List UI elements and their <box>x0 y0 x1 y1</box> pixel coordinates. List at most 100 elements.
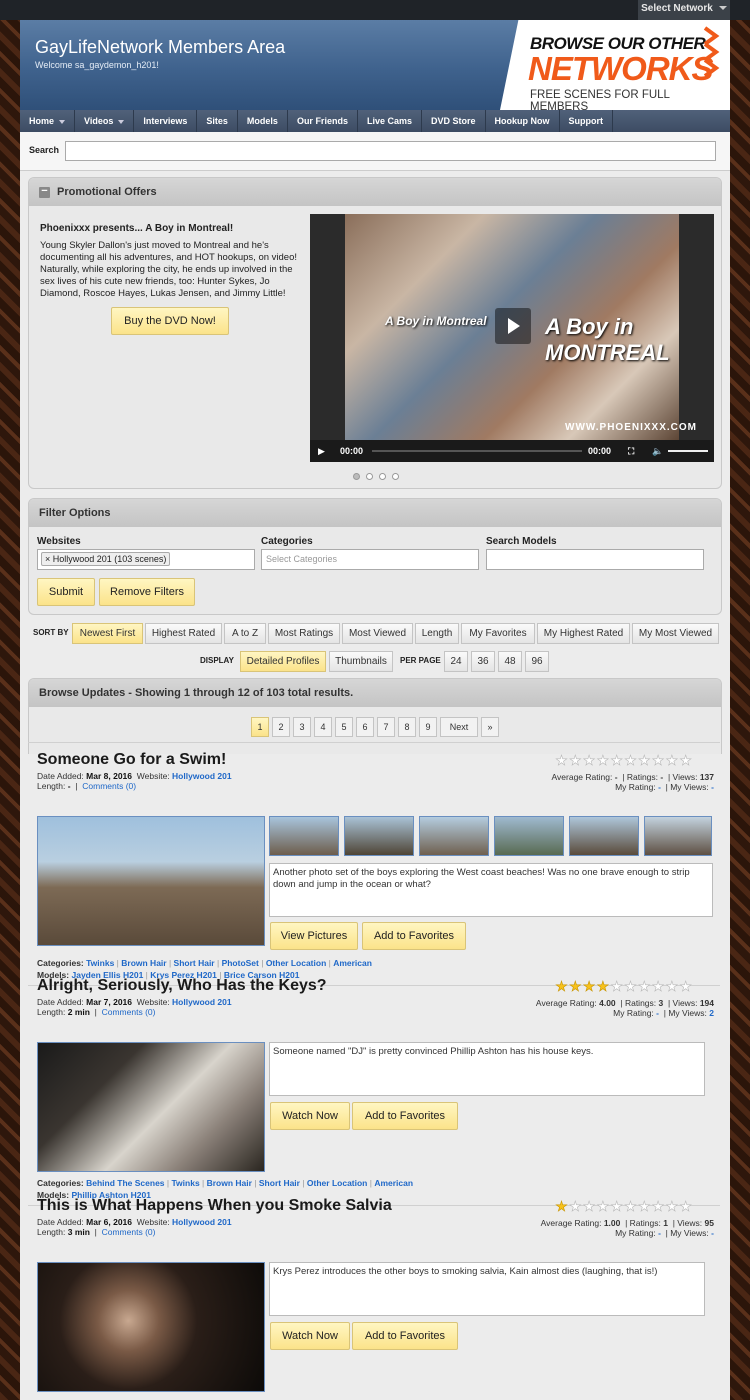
search-input[interactable] <box>65 141 716 161</box>
tag-link[interactable]: Other Location <box>266 958 326 968</box>
star-icon[interactable] <box>596 980 610 992</box>
star-icon[interactable] <box>569 980 582 992</box>
star-icon[interactable] <box>555 1200 568 1212</box>
submit-button[interactable]: Submit <box>37 578 95 606</box>
entry-thumbnail[interactable] <box>269 816 339 856</box>
nav-sites[interactable]: Sites <box>197 110 238 132</box>
star-icon[interactable] <box>582 980 596 992</box>
add-to-favorites-button[interactable]: Add to Favorites <box>352 1322 458 1350</box>
nav-our-friends[interactable]: Our Friends <box>288 110 358 132</box>
star-icon[interactable] <box>610 754 623 766</box>
select-network-dropdown[interactable]: Select Network <box>638 0 730 20</box>
page-next[interactable]: Next <box>440 717 478 737</box>
promo-video-player[interactable]: A Boy in Montreal A Boy in MONTREAL WWW.… <box>310 214 714 462</box>
website-chip[interactable]: × Hollywood 201 (103 scenes) <box>41 552 171 566</box>
nav-support[interactable]: Support <box>560 110 613 132</box>
tag-link[interactable]: American <box>333 958 372 968</box>
view-pictures-button[interactable]: View Pictures <box>270 922 358 950</box>
star-icon[interactable] <box>665 754 679 766</box>
remove-filters-button[interactable]: Remove Filters <box>99 578 195 606</box>
sort-most-viewed[interactable]: Most Viewed <box>342 623 413 644</box>
fullscreen-icon[interactable]: ⛶ <box>628 446 634 457</box>
tag-link[interactable]: Short Hair <box>259 1178 300 1188</box>
per-page-36[interactable]: 36 <box>471 651 495 672</box>
per-page-96[interactable]: 96 <box>525 651 549 672</box>
star-icon[interactable] <box>651 980 665 992</box>
volume-icon[interactable]: 🔈 <box>652 446 663 457</box>
star-icon[interactable] <box>638 980 651 992</box>
tag-link[interactable]: Brown Hair <box>207 1178 252 1188</box>
tag-link[interactable]: American <box>374 1178 413 1188</box>
rating-stars[interactable] <box>555 980 693 996</box>
sort-length[interactable]: Length <box>415 623 459 644</box>
rating-stars[interactable] <box>555 1200 693 1216</box>
buy-dvd-button[interactable]: Buy the DVD Now! <box>111 307 229 335</box>
entry-title[interactable]: Someone Go for a Swim! <box>37 751 226 769</box>
tag-link[interactable]: Other Location <box>307 1178 367 1188</box>
star-icon[interactable] <box>624 980 637 992</box>
promo-header[interactable]: − Promotional Offers <box>29 178 721 206</box>
star-icon[interactable] <box>555 754 568 766</box>
nav-dvd-store[interactable]: DVD Store <box>422 110 486 132</box>
watch-now-button[interactable]: Watch Now <box>270 1102 350 1130</box>
play-small-icon[interactable]: ▶ <box>318 446 325 457</box>
websites-select[interactable]: × Hollywood 201 (103 scenes) <box>37 549 255 570</box>
rating-stars[interactable] <box>555 754 693 770</box>
star-icon[interactable] <box>610 980 623 992</box>
comments-link[interactable]: Comments (0) <box>82 781 136 791</box>
search-models-input[interactable] <box>486 549 704 570</box>
nav-hookup-now[interactable]: Hookup Now <box>486 110 560 132</box>
entry-title[interactable]: This is What Happens When you Smoke Salv… <box>37 1197 392 1215</box>
page-1[interactable]: 1 <box>251 717 269 737</box>
nav-models[interactable]: Models <box>238 110 288 132</box>
star-icon[interactable] <box>651 1200 665 1212</box>
website-link[interactable]: Hollywood 201 <box>172 771 232 781</box>
volume-slider[interactable] <box>668 450 708 452</box>
play-icon[interactable] <box>495 308 531 344</box>
website-link[interactable]: Hollywood 201 <box>172 997 232 1007</box>
comments-link[interactable]: Comments (0) <box>102 1007 156 1017</box>
page-5[interactable]: 5 <box>335 717 353 737</box>
sort-newest-first[interactable]: Newest First <box>72 623 143 644</box>
add-to-favorites-button[interactable]: Add to Favorites <box>362 922 466 950</box>
progress-bar[interactable] <box>372 450 582 452</box>
per-page-24[interactable]: 24 <box>444 651 468 672</box>
star-icon[interactable] <box>610 1200 623 1212</box>
star-icon[interactable] <box>569 754 582 766</box>
per-page-48[interactable]: 48 <box>498 651 522 672</box>
networks-banner[interactable]: BROWSE OUR OTHER NETWORKS FREE SCENES FO… <box>500 20 730 110</box>
star-icon[interactable] <box>638 754 651 766</box>
tag-link[interactable]: Behind The Scenes <box>86 1178 164 1188</box>
nav-videos[interactable]: Videos <box>75 110 135 132</box>
carousel-dot-4[interactable] <box>392 473 399 480</box>
carousel-dot-2[interactable] <box>366 473 373 480</box>
sort-my-most-viewed[interactable]: My Most Viewed <box>632 623 719 644</box>
entry-title[interactable]: Alright, Seriously, Who Has the Keys? <box>37 977 327 995</box>
tag-link[interactable]: Brown Hair <box>121 958 166 968</box>
tag-link[interactable]: Short Hair <box>174 958 215 968</box>
star-icon[interactable] <box>679 1200 692 1212</box>
page-last[interactable]: » <box>481 717 499 737</box>
carousel-dot-3[interactable] <box>379 473 386 480</box>
page-2[interactable]: 2 <box>272 717 290 737</box>
website-link[interactable]: Hollywood 201 <box>172 1217 232 1227</box>
star-icon[interactable] <box>596 754 610 766</box>
comments-link[interactable]: Comments (0) <box>102 1227 156 1237</box>
star-icon[interactable] <box>624 1200 637 1212</box>
tag-link[interactable]: Twinks <box>171 1178 199 1188</box>
star-icon[interactable] <box>596 1200 610 1212</box>
entry-thumbnail[interactable] <box>644 816 712 856</box>
site-title[interactable]: GayLifeNetwork Members Area <box>35 37 285 58</box>
star-icon[interactable] <box>582 754 596 766</box>
entry-thumbnail[interactable] <box>419 816 489 856</box>
sort-most-ratings[interactable]: Most Ratings <box>268 623 340 644</box>
entry-main-thumbnail[interactable] <box>37 1262 265 1392</box>
page-3[interactable]: 3 <box>293 717 311 737</box>
page-7[interactable]: 7 <box>377 717 395 737</box>
categories-select[interactable]: Select Categories <box>261 549 479 570</box>
collapse-icon[interactable]: − <box>39 185 50 198</box>
watch-now-button[interactable]: Watch Now <box>270 1322 350 1350</box>
star-icon[interactable] <box>679 980 692 992</box>
entry-thumbnail[interactable] <box>494 816 564 856</box>
nav-home[interactable]: Home <box>20 110 76 132</box>
